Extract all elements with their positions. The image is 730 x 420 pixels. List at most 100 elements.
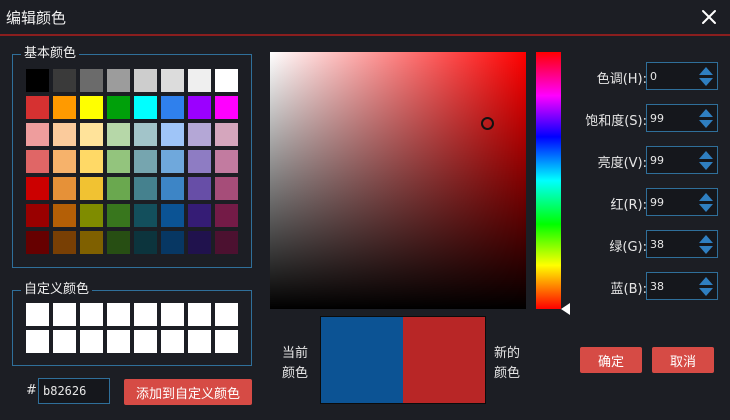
blue-input[interactable] — [647, 273, 697, 299]
basic-color-swatch[interactable] — [107, 204, 130, 227]
custom-color-swatch[interactable] — [80, 330, 103, 353]
basic-color-swatch[interactable] — [53, 231, 76, 254]
basic-color-swatch[interactable] — [134, 231, 157, 254]
basic-color-swatch[interactable] — [80, 96, 103, 119]
basic-color-swatch[interactable] — [26, 96, 49, 119]
basic-color-swatch[interactable] — [80, 231, 103, 254]
blue-spinbox[interactable] — [646, 272, 718, 300]
spin-down-arrow-icon[interactable] — [698, 287, 714, 298]
basic-color-swatch[interactable] — [53, 69, 76, 92]
basic-color-swatch[interactable] — [188, 231, 211, 254]
basic-color-swatch[interactable] — [188, 150, 211, 173]
custom-color-swatch[interactable] — [26, 330, 49, 353]
brightness-input[interactable] — [647, 147, 697, 173]
custom-color-swatch[interactable] — [215, 330, 238, 353]
red-spinbox[interactable] — [646, 188, 718, 216]
basic-color-swatch[interactable] — [161, 177, 184, 200]
basic-color-swatch[interactable] — [215, 177, 238, 200]
spin-up-arrow-icon[interactable] — [698, 149, 714, 160]
hue-slider[interactable] — [536, 52, 561, 309]
basic-color-swatch[interactable] — [161, 96, 184, 119]
basic-color-swatch[interactable] — [134, 69, 157, 92]
spin-down-arrow-icon[interactable] — [698, 203, 714, 214]
basic-color-swatch[interactable] — [107, 96, 130, 119]
red-input[interactable] — [647, 189, 697, 215]
basic-color-swatch[interactable] — [161, 123, 184, 146]
basic-color-swatch[interactable] — [188, 96, 211, 119]
green-spinbox[interactable] — [646, 230, 718, 258]
custom-color-swatch[interactable] — [134, 303, 157, 326]
basic-color-swatch[interactable] — [161, 69, 184, 92]
spin-down-arrow-icon[interactable] — [698, 119, 714, 130]
basic-color-swatch[interactable] — [161, 150, 184, 173]
basic-color-swatch[interactable] — [161, 204, 184, 227]
hue-slider-handle-icon[interactable] — [561, 303, 570, 315]
basic-color-swatch[interactable] — [134, 150, 157, 173]
spin-up-arrow-icon[interactable] — [698, 233, 714, 244]
custom-color-swatch[interactable] — [161, 303, 184, 326]
basic-color-swatch[interactable] — [107, 123, 130, 146]
basic-color-swatch[interactable] — [161, 231, 184, 254]
spin-down-arrow-icon[interactable] — [698, 245, 714, 256]
basic-color-swatch[interactable] — [107, 231, 130, 254]
basic-color-swatch[interactable] — [215, 150, 238, 173]
basic-color-swatch[interactable] — [188, 177, 211, 200]
hue-spinbox[interactable] — [646, 62, 718, 90]
basic-color-swatch[interactable] — [26, 69, 49, 92]
basic-color-swatch[interactable] — [53, 123, 76, 146]
hue-input[interactable] — [647, 63, 697, 89]
spin-up-arrow-icon[interactable] — [698, 65, 714, 76]
basic-color-swatch[interactable] — [134, 123, 157, 146]
basic-color-swatch[interactable] — [215, 69, 238, 92]
spin-up-arrow-icon[interactable] — [698, 107, 714, 118]
basic-color-swatch[interactable] — [107, 177, 130, 200]
custom-color-swatch[interactable] — [215, 303, 238, 326]
basic-color-swatch[interactable] — [134, 177, 157, 200]
custom-color-swatch[interactable] — [134, 330, 157, 353]
spin-down-arrow-icon[interactable] — [698, 161, 714, 172]
add-to-custom-colors-button[interactable]: 添加到自定义颜色 — [124, 379, 252, 405]
basic-color-swatch[interactable] — [134, 96, 157, 119]
basic-color-swatch[interactable] — [26, 150, 49, 173]
basic-color-swatch[interactable] — [80, 123, 103, 146]
basic-color-swatch[interactable] — [215, 96, 238, 119]
custom-color-swatch[interactable] — [107, 303, 130, 326]
basic-color-swatch[interactable] — [80, 177, 103, 200]
brightness-spinbox[interactable] — [646, 146, 718, 174]
custom-color-swatch[interactable] — [107, 330, 130, 353]
basic-color-swatch[interactable] — [53, 177, 76, 200]
hex-input[interactable] — [38, 378, 110, 404]
basic-color-swatch[interactable] — [26, 177, 49, 200]
basic-color-swatch[interactable] — [53, 96, 76, 119]
custom-color-swatch[interactable] — [188, 303, 211, 326]
basic-color-swatch[interactable] — [53, 150, 76, 173]
basic-color-swatch[interactable] — [107, 69, 130, 92]
basic-color-swatch[interactable] — [80, 150, 103, 173]
custom-color-swatch[interactable] — [26, 303, 49, 326]
custom-color-swatch[interactable] — [53, 303, 76, 326]
spin-up-arrow-icon[interactable] — [698, 275, 714, 286]
saturation-input[interactable] — [647, 105, 697, 131]
basic-color-swatch[interactable] — [215, 204, 238, 227]
basic-color-swatch[interactable] — [188, 123, 211, 146]
basic-color-swatch[interactable] — [107, 150, 130, 173]
basic-color-swatch[interactable] — [53, 204, 76, 227]
basic-color-swatch[interactable] — [26, 123, 49, 146]
green-input[interactable] — [647, 231, 697, 257]
cancel-button[interactable]: 取消 — [652, 347, 714, 373]
custom-color-swatch[interactable] — [188, 330, 211, 353]
saturation-spinbox[interactable] — [646, 104, 718, 132]
basic-color-swatch[interactable] — [80, 204, 103, 227]
basic-color-swatch[interactable] — [26, 204, 49, 227]
close-icon[interactable] — [698, 6, 720, 28]
saturation-value-area[interactable] — [270, 52, 526, 309]
basic-color-swatch[interactable] — [134, 204, 157, 227]
basic-color-swatch[interactable] — [215, 123, 238, 146]
basic-color-swatch[interactable] — [80, 69, 103, 92]
spin-down-arrow-icon[interactable] — [698, 77, 714, 88]
custom-color-swatch[interactable] — [53, 330, 76, 353]
basic-color-swatch[interactable] — [215, 231, 238, 254]
custom-color-swatch[interactable] — [80, 303, 103, 326]
basic-color-swatch[interactable] — [26, 231, 49, 254]
spin-up-arrow-icon[interactable] — [698, 191, 714, 202]
